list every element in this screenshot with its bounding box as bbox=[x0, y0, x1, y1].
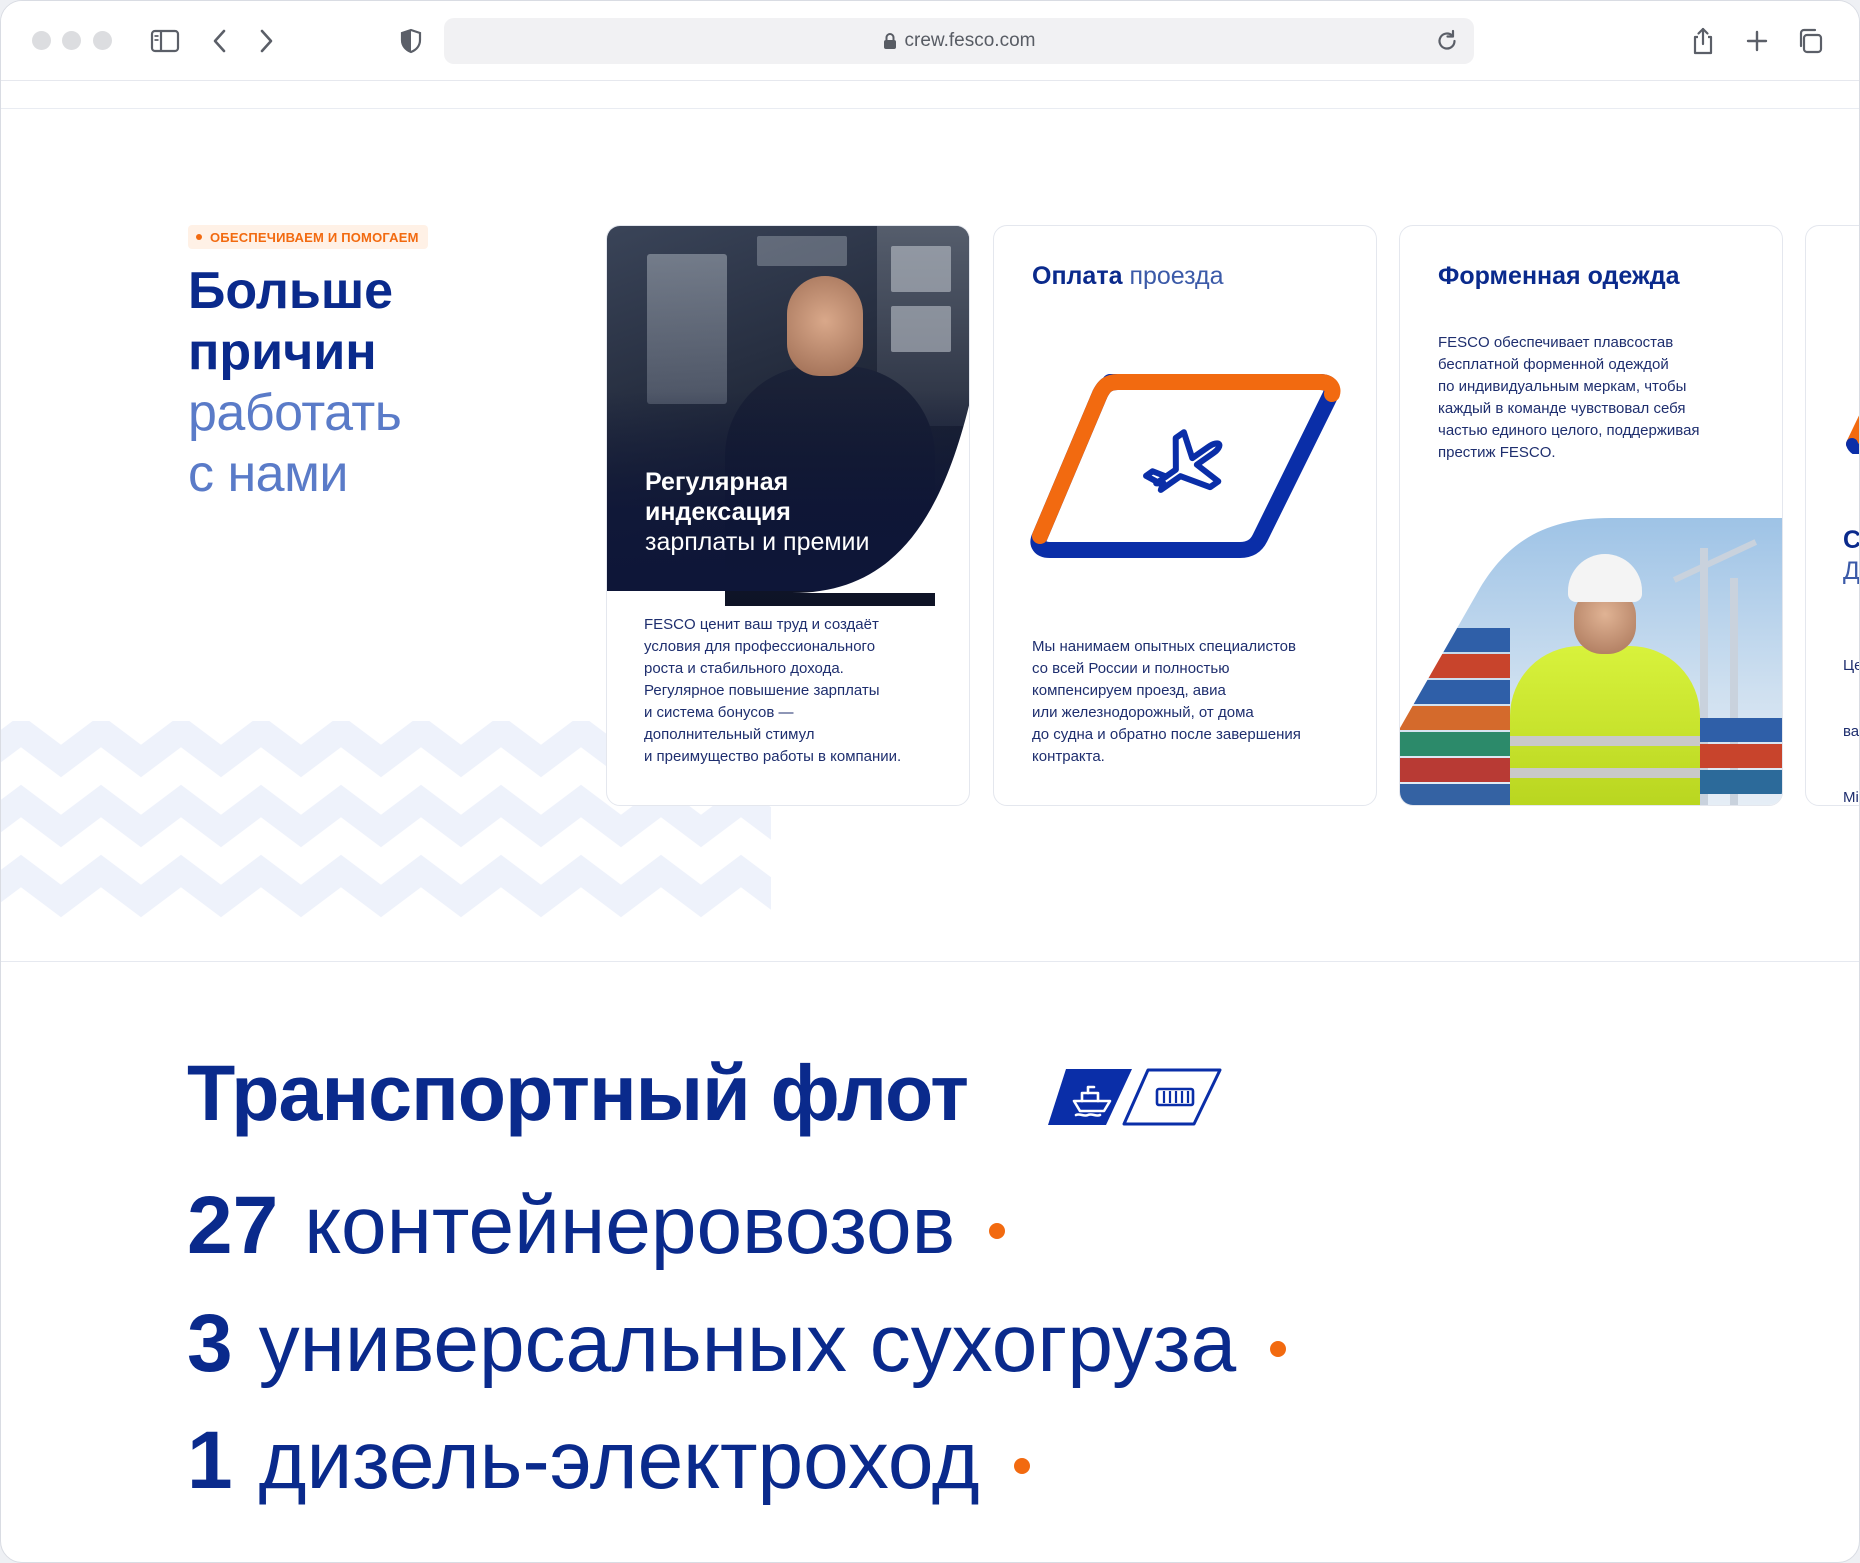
share-icon[interactable] bbox=[1685, 23, 1721, 59]
fleet-stat: 1 дизель-электроход bbox=[187, 1414, 1030, 1508]
lock-icon bbox=[883, 32, 897, 50]
new-tab-icon[interactable] bbox=[1739, 23, 1775, 59]
reason-card-uniform[interactable]: Форменная одежда FESCO обеспечивает плав… bbox=[1399, 225, 1783, 806]
window-zoom-button[interactable] bbox=[93, 31, 112, 50]
back-icon[interactable] bbox=[202, 23, 238, 59]
shield-icon[interactable] bbox=[393, 23, 429, 59]
stat-number: 3 bbox=[187, 1298, 233, 1389]
card-text: Мы нанимаем опытных специалистов со всей… bbox=[1032, 638, 1301, 765]
ship-icon bbox=[1048, 1069, 1132, 1125]
officer-photo: Регулярная индексация зарплаты и премии bbox=[607, 226, 969, 606]
section-badge-label: ОБЕСПЕЧИВАЕМ И ПОМОГАЕМ bbox=[210, 229, 419, 245]
window-close-button[interactable] bbox=[32, 31, 51, 50]
forward-icon[interactable] bbox=[248, 23, 284, 59]
card-title: С bbox=[1843, 526, 1860, 554]
address-bar[interactable]: crew.fesco.com bbox=[444, 18, 1474, 64]
stat-label: дизель-электроход bbox=[258, 1415, 980, 1506]
card-icon-partial bbox=[1846, 415, 1859, 454]
reasons-title: Больше причин работать с нами bbox=[188, 261, 488, 505]
site-header-strip bbox=[1, 81, 1859, 109]
section-divider bbox=[1, 961, 1859, 962]
bullet-dot-icon bbox=[1013, 1458, 1030, 1474]
address-url: crew.fesco.com bbox=[904, 30, 1036, 51]
reason-card-partial[interactable]: С Д Це ва Мі и с по по ко bbox=[1805, 225, 1860, 806]
card-text: Це ва Мі и с по по ко bbox=[1843, 657, 1860, 806]
card-text: FESCO ценит ваш труд и создаёт условия д… bbox=[644, 616, 902, 765]
reasons-title-line: с нами bbox=[188, 445, 348, 503]
container-icon bbox=[1122, 1068, 1222, 1126]
bullet-dot-icon bbox=[989, 1223, 1006, 1239]
bullet-dot-icon bbox=[1270, 1341, 1287, 1357]
card-title: Форменная одежда bbox=[1438, 262, 1680, 290]
reasons-title-line: причин bbox=[188, 323, 377, 381]
sidebar-icon[interactable] bbox=[147, 23, 183, 59]
reasons-title-line: работать bbox=[188, 384, 402, 442]
card-text: FESCO обеспечивает плавсостав бесплатной… bbox=[1438, 334, 1700, 461]
reload-icon[interactable] bbox=[1434, 28, 1460, 60]
stat-label: контейнеровозов bbox=[304, 1180, 956, 1271]
photo-curve-decoration bbox=[1400, 518, 1610, 728]
browser-window: crew.fesco.com ОБЕСПЕЧИВАЕМ И ПОМОГАЕМ Б… bbox=[0, 0, 1860, 1563]
card-subtitle: Д bbox=[1843, 557, 1860, 585]
section-badge: ОБЕСПЕЧИВАЕМ И ПОМОГАЕМ bbox=[188, 225, 428, 249]
reason-card-salary[interactable]: Регулярная индексация зарплаты и премии … bbox=[606, 225, 970, 806]
badge-dot-icon bbox=[196, 234, 202, 240]
airplane-icon bbox=[1030, 374, 1341, 558]
tabs-overview-icon[interactable] bbox=[1792, 23, 1828, 59]
window-minimize-button[interactable] bbox=[62, 31, 81, 50]
fleet-badges bbox=[1048, 1068, 1222, 1126]
reason-card-travel[interactable]: Оплата проезда Мы нанимаем опытных специ… bbox=[993, 225, 1377, 806]
worker-photo bbox=[1400, 518, 1782, 805]
stat-number: 27 bbox=[187, 1180, 279, 1271]
card-title: Оплата проезда bbox=[1032, 262, 1224, 290]
reasons-title-line: Больше bbox=[188, 262, 394, 320]
stat-number: 1 bbox=[187, 1415, 233, 1506]
fleet-title: Транспортный флот bbox=[187, 1048, 969, 1137]
fleet-stat: 3 универсальных сухогруза bbox=[187, 1297, 1287, 1391]
stat-label: универсальных сухогруза bbox=[258, 1298, 1237, 1389]
card-title: Регулярная индексация зарплаты и премии bbox=[645, 468, 870, 556]
fleet-stat: 27 контейнеровозов bbox=[187, 1179, 1006, 1273]
browser-toolbar: crew.fesco.com bbox=[1, 1, 1859, 81]
